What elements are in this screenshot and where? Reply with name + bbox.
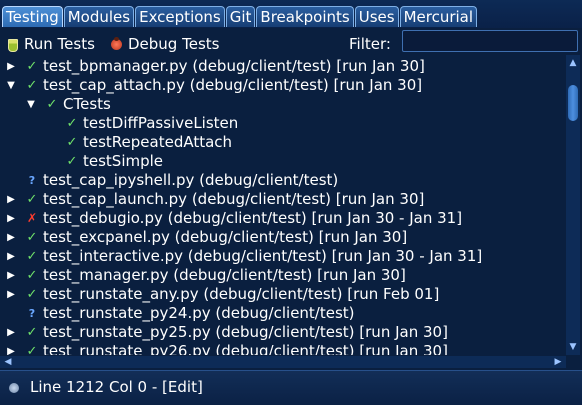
collapsed-triangle-icon[interactable]: ▶ <box>5 190 17 209</box>
tree-row-label: testSimple <box>83 152 164 170</box>
pass-check-icon: ✓ <box>26 325 38 340</box>
unknown-question-icon: ? <box>28 307 36 320</box>
filter-label: Filter: <box>349 35 391 53</box>
scroll-left-arrow-icon[interactable]: ◀ <box>2 356 14 368</box>
tree-row-label: CTests <box>63 95 111 113</box>
tree-row-label: test_runstate_py25.py (debug/client/test… <box>43 323 448 341</box>
collapsed-triangle-icon[interactable]: ▶ <box>5 228 17 247</box>
pass-check-icon: ✓ <box>26 230 38 245</box>
collapsed-triangle-icon[interactable]: ▶ <box>5 285 17 304</box>
debug-tests-button[interactable]: Debug Tests <box>110 34 219 54</box>
tree-row-label: testDiffPassiveListen <box>83 114 239 132</box>
test-tree: ▶ ✓ test_bpmanager.py (debug/client/test) … <box>0 55 566 355</box>
tree-row-label: test_runstate_any.py (debug/client/test)… <box>43 285 440 303</box>
pass-check-icon: ✓ <box>66 116 78 131</box>
tree-row-label: test_bpmanager.py (debug/client/test) [r… <box>43 57 425 75</box>
tree-row-label: test_runstate_py26.py (debug/client/test… <box>43 342 448 355</box>
filter-input[interactable] <box>402 30 578 52</box>
bug-icon <box>110 36 124 52</box>
pass-check-icon: ✓ <box>26 249 38 264</box>
tree-row-label: test_debugio.py (debug/client/test) [run… <box>43 209 463 227</box>
pass-check-icon: ✓ <box>26 268 38 283</box>
tab-uses[interactable]: Uses <box>354 6 399 27</box>
scroll-right-arrow-icon[interactable]: ▶ <box>552 356 564 368</box>
collapsed-triangle-icon[interactable]: ▶ <box>5 266 17 285</box>
run-tests-label: Run Tests <box>24 35 95 53</box>
vertical-scrollbar[interactable]: ▲ ▼ <box>566 55 580 355</box>
tree-row-label: test_excpanel.py (debug/client/test) [ru… <box>43 228 408 246</box>
status-bar: Line 1212 Col 0 - [Edit] <box>0 370 582 405</box>
tab-mercurial[interactable]: Mercurial <box>399 6 478 27</box>
pass-check-icon: ✓ <box>26 192 38 207</box>
tree-row-label: test_cap_launch.py (debug/client/test) [… <box>43 190 425 208</box>
scroll-up-arrow-icon[interactable]: ▲ <box>567 57 579 69</box>
tree-row-label: testRepeatedAttach <box>83 133 233 151</box>
tab-breakpoints[interactable]: Breakpoints <box>256 6 354 27</box>
pass-check-icon: ✓ <box>66 135 78 150</box>
collapsed-triangle-icon[interactable]: ▶ <box>5 57 17 76</box>
tab-git[interactable]: Git <box>225 6 256 27</box>
debug-tests-label: Debug Tests <box>128 35 220 53</box>
pass-check-icon: ✓ <box>66 154 78 169</box>
collapsed-triangle-icon[interactable]: ▶ <box>5 209 17 228</box>
tab-testing[interactable]: Testing <box>2 6 63 27</box>
pass-check-icon: ✓ <box>46 97 58 112</box>
tabs: Testing Modules Exceptions Git Breakpoints Us… <box>2 6 478 28</box>
scrollbar-thumb[interactable] <box>568 85 578 121</box>
pass-check-icon: ✓ <box>26 344 38 355</box>
status-text: Line 1212 Col 0 - [Edit] <box>30 378 203 396</box>
unknown-question-icon: ? <box>28 174 36 187</box>
tab-exceptions[interactable]: Exceptions <box>135 6 225 27</box>
tree-row-label: test_cap_ipyshell.py (debug/client/test) <box>43 171 339 189</box>
fail-x-icon: ✗ <box>26 211 38 225</box>
tab-modules[interactable]: Modules <box>63 6 135 27</box>
pass-check-icon: ✓ <box>26 78 38 93</box>
collapsed-triangle-icon[interactable]: ▶ <box>5 342 17 355</box>
tree-row-label: test_interactive.py (debug/client/test) … <box>43 247 483 265</box>
flask-icon <box>6 36 20 52</box>
expanded-triangle-icon[interactable]: ▼ <box>5 76 17 95</box>
collapsed-triangle-icon[interactable]: ▶ <box>5 323 17 342</box>
scroll-down-arrow-icon[interactable]: ▼ <box>567 341 579 353</box>
pass-check-icon: ✓ <box>26 59 38 74</box>
tab-bar: Testing Modules Exceptions Git Breakpoints Us… <box>0 0 582 28</box>
tree-row-label: test_runstate_py24.py (debug/client/test… <box>43 304 355 322</box>
horizontal-scrollbar[interactable]: ◀ ▶ <box>0 356 566 368</box>
expanded-triangle-icon[interactable]: ▼ <box>25 95 37 114</box>
debug-bug-icon <box>8 380 20 394</box>
run-tests-button[interactable]: Run Tests <box>6 34 95 54</box>
collapsed-triangle-icon[interactable]: ▶ <box>5 247 17 266</box>
tree-row-label: test_manager.py (debug/client/test) [run… <box>43 266 406 284</box>
tree-row-label: test_cap_attach.py (debug/client/test) [… <box>43 76 423 94</box>
pass-check-icon: ✓ <box>26 287 38 302</box>
